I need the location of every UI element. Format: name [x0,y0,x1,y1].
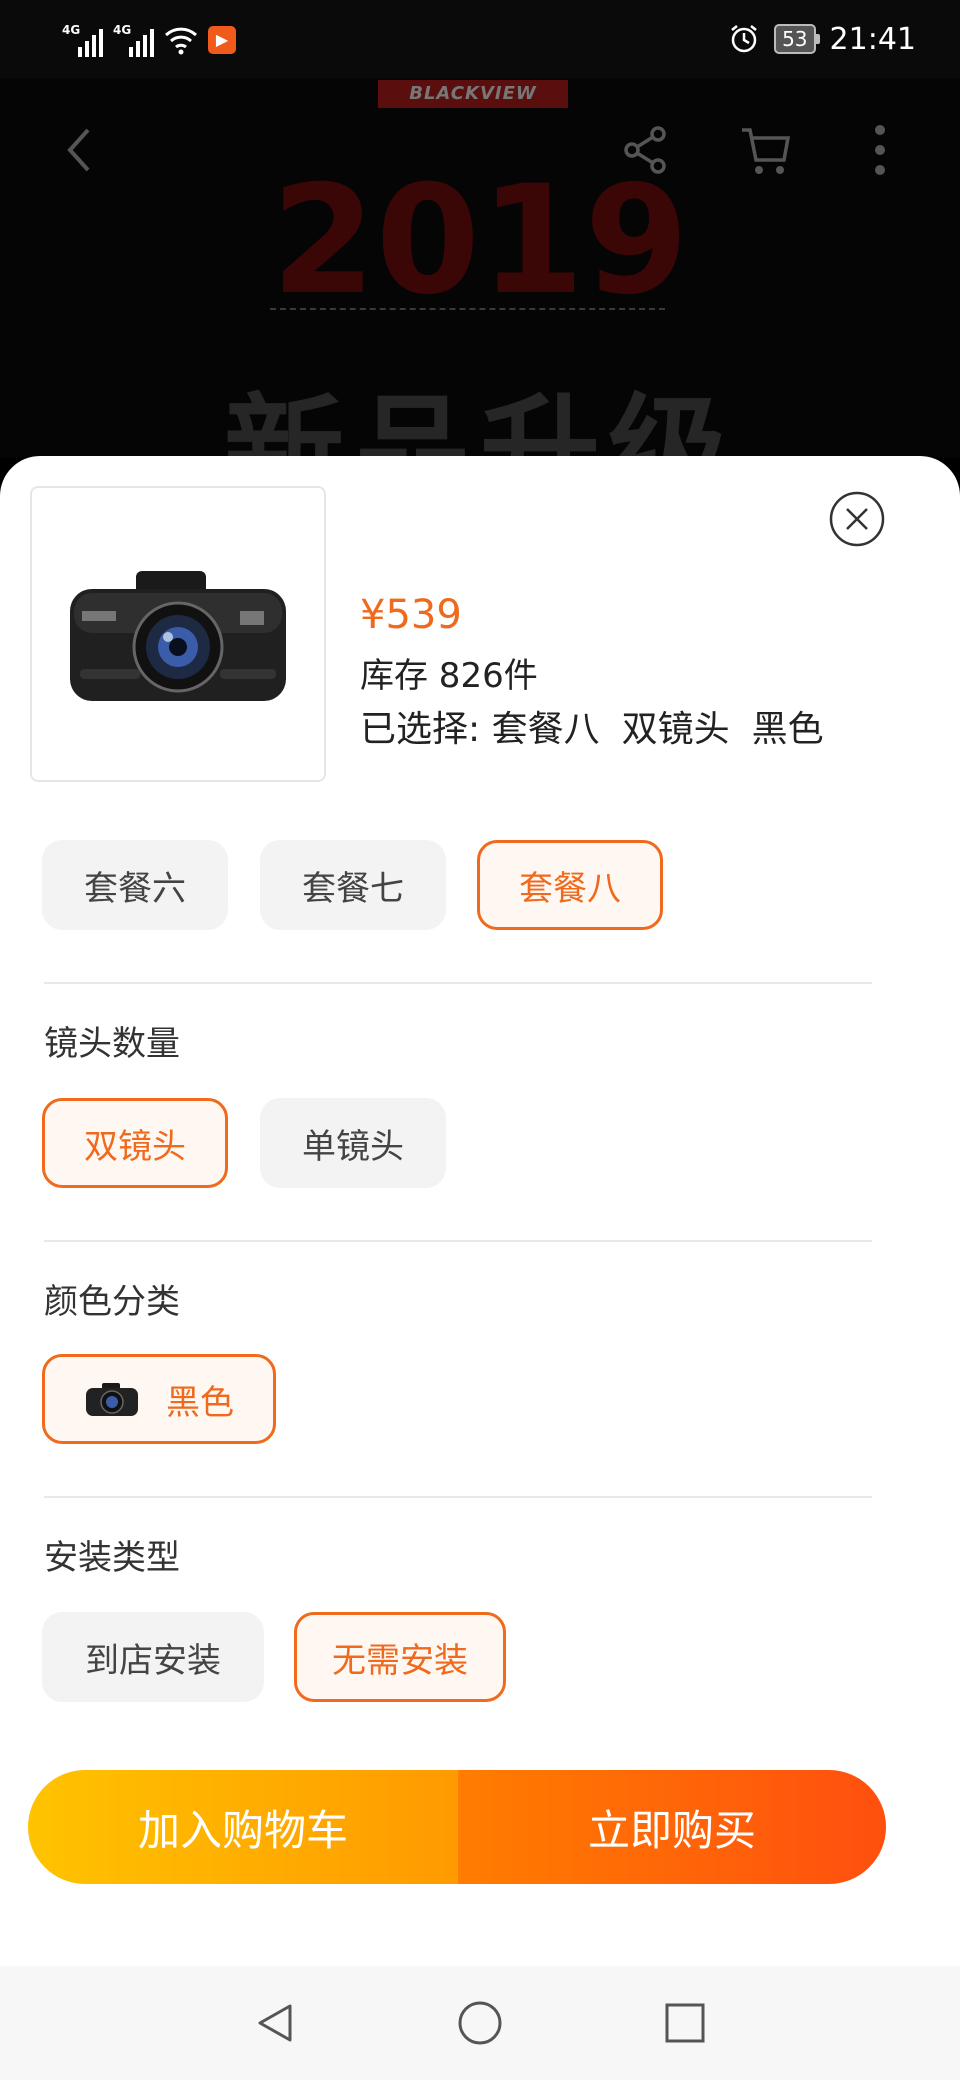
network-type-2: 4G [113,23,132,37]
package-option-8[interactable]: 套餐八 [477,840,663,930]
divider [44,982,872,984]
wifi-icon [164,27,198,55]
selected-prefix: 已选择: [360,709,492,750]
status-left: 4G 4G ▶ [62,20,236,60]
clock: 21:41 [829,21,916,57]
selected-color: 黑色 [751,709,824,750]
signal-icon-1: 4G [62,23,103,57]
promo-headline: 新品升级 [224,383,736,458]
promo-divider [270,308,665,310]
divider [44,1496,872,1498]
selected-package: 套餐八 [491,709,600,750]
price: ¥539 [360,592,462,638]
brand-banner: BLACKVIEW [378,80,568,108]
color-option-label: 黑色 [166,1382,234,1423]
close-icon[interactable] [828,490,886,548]
system-navigation-bar [0,1966,960,2080]
package-option-6[interactable]: 套餐六 [42,840,228,930]
action-bar: 加入购物车 立即购买 [28,1770,886,1884]
triangle-back-icon[interactable] [250,1998,300,2048]
install-option-none[interactable]: 无需安装 [294,1612,506,1702]
lens-count-title: 镜头数量 [44,1024,180,1064]
sku-selection-sheet: ¥539 库存 826件 已选择: 套餐八 双镜头 黑色 套餐六 套餐七 套餐八 镜… [0,456,960,1966]
dashcam-mini-image [86,1383,138,1416]
alarm-icon [731,25,757,53]
install-type-title: 安装类型 [44,1538,180,1578]
cart-icon[interactable] [738,122,794,178]
selected-lens: 双镜头 [621,709,730,750]
share-icon[interactable] [620,122,670,178]
buy-now-button[interactable]: 立即购买 [458,1770,886,1884]
color-category-title: 颜色分类 [44,1282,180,1322]
install-option-store[interactable]: 到店安装 [42,1612,264,1702]
color-option-black[interactable]: 黑色 [42,1354,276,1444]
network-type-1: 4G [62,23,81,37]
status-right: 53 21:41 [728,18,916,60]
promo-year: 2019 [271,154,689,328]
signal-icon-2: 4G [113,23,154,57]
product-thumbnail[interactable] [30,486,326,782]
package-option-7[interactable]: 套餐七 [260,840,446,930]
divider [44,1240,872,1242]
circle-home-icon[interactable] [455,1998,505,2048]
lens-option-dual[interactable]: 双镜头 [42,1098,228,1188]
app-notification-icon: ▶ [208,26,236,54]
dashcam-image [70,571,286,701]
battery-indicator: 53 [774,24,821,54]
stock-count: 库存 826件 [360,656,538,696]
back-icon[interactable] [60,122,96,178]
selected-summary: 已选择: 套餐八 双镜头 黑色 [360,700,846,752]
lens-option-single[interactable]: 单镜头 [260,1098,446,1188]
status-bar: 4G 4G ▶ 53 21:41 [0,0,960,78]
add-to-cart-button[interactable]: 加入购物车 [28,1770,458,1884]
square-recent-icon[interactable] [660,1998,710,2048]
product-page-background: BLACKVIEW 2019 新品升级 [0,78,960,458]
more-icon[interactable] [872,122,888,178]
